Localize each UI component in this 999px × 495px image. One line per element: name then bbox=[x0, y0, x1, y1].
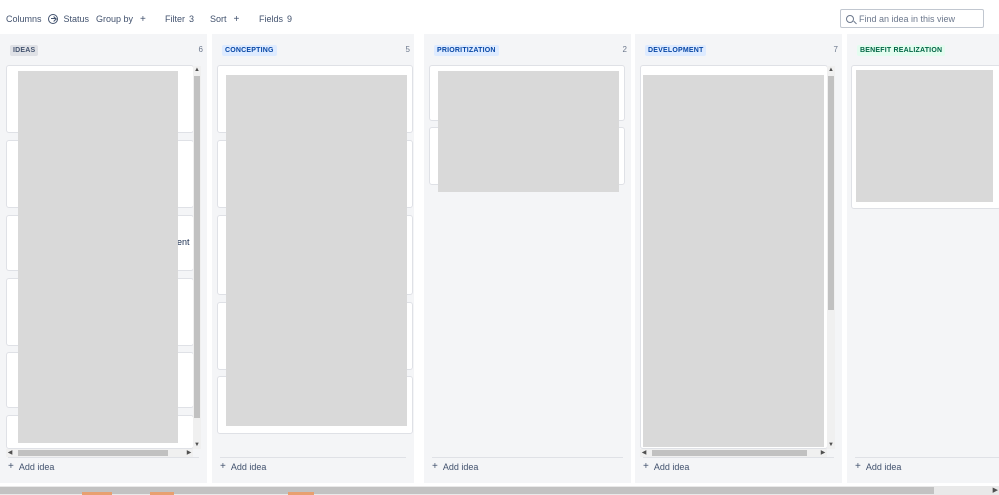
scroll-right-arrow-icon[interactable]: ▶ bbox=[993, 486, 998, 495]
board-toolbar: Columns Status Group by + Filter 3 Sort … bbox=[0, 0, 999, 34]
scroll-right-arrow-icon[interactable]: ▶ bbox=[819, 449, 827, 457]
scroll-down-arrow-icon[interactable]: ▼ bbox=[827, 441, 835, 449]
scroll-left-arrow-icon[interactable]: ◀ bbox=[640, 449, 648, 457]
columns-setting[interactable]: Columns Status bbox=[6, 13, 89, 25]
filter-button[interactable]: Filter 3 bbox=[165, 13, 194, 25]
add-idea-button[interactable]: + Add idea bbox=[432, 457, 623, 472]
column-benefit-realization: BENEFIT REALIZATION + Add idea bbox=[847, 34, 999, 483]
plus-icon: + bbox=[233, 13, 240, 25]
add-idea-label: Add idea bbox=[865, 461, 902, 472]
column-prioritization: PRIORITIZATION 2 + Add idea bbox=[424, 34, 631, 483]
column-header: IDEAS 6 bbox=[10, 44, 203, 56]
search-input[interactable] bbox=[859, 13, 977, 24]
column-status-pill: PRIORITIZATION bbox=[434, 45, 499, 56]
add-idea-label: Add idea bbox=[653, 461, 690, 472]
column-header: BENEFIT REALIZATION bbox=[857, 44, 999, 56]
redacted-area bbox=[643, 75, 824, 447]
column-scrollbar-horizontal[interactable]: ◀ ▶ bbox=[6, 449, 193, 457]
column-development: DEVELOPMENT 7 ▲ ▼ ◀ ▶ + Add idea bbox=[635, 34, 842, 483]
column-header: DEVELOPMENT 7 bbox=[645, 44, 838, 56]
redacted-area bbox=[856, 70, 993, 202]
column-status-pill: IDEAS bbox=[10, 45, 39, 56]
column-count: 7 bbox=[833, 45, 838, 54]
columns-value: Status bbox=[63, 14, 90, 24]
add-idea-button[interactable]: + Add idea bbox=[643, 457, 834, 472]
search-box[interactable] bbox=[840, 9, 984, 28]
scrollbar-thumb[interactable] bbox=[194, 76, 200, 418]
column-count: 6 bbox=[198, 45, 203, 54]
sort-label: Sort bbox=[210, 14, 227, 24]
scroll-up-arrow-icon[interactable]: ▲ bbox=[193, 66, 201, 74]
card-title-fragment: ent bbox=[177, 237, 190, 247]
plus-icon: + bbox=[8, 461, 14, 472]
column-ideas: IDEAS 6 ent ▲ ▼ ◀ ▶ + Add idea bbox=[0, 34, 207, 483]
column-status-pill: DEVELOPMENT bbox=[645, 45, 707, 56]
redacted-area bbox=[438, 71, 619, 192]
column-concepting: CONCEPTING 5 + Add idea bbox=[212, 34, 414, 483]
add-idea-button[interactable]: + Add idea bbox=[8, 457, 199, 472]
column-scrollbar-vertical[interactable]: ▲ ▼ bbox=[193, 66, 201, 449]
fields-label: Fields bbox=[259, 14, 284, 24]
scroll-up-arrow-icon[interactable]: ▲ bbox=[827, 66, 835, 74]
search-icon bbox=[846, 14, 854, 23]
scrollbar-thumb[interactable] bbox=[0, 487, 934, 494]
plus-icon: + bbox=[140, 13, 146, 25]
column-header: CONCEPTING 5 bbox=[222, 44, 410, 56]
add-idea-button[interactable]: + Add idea bbox=[855, 457, 999, 472]
scroll-right-arrow-icon[interactable]: ▶ bbox=[185, 449, 193, 457]
sort-button[interactable]: Sort + bbox=[210, 13, 239, 25]
column-status-pill: BENEFIT REALIZATION bbox=[857, 45, 946, 56]
scroll-left-arrow-icon[interactable]: ◀ bbox=[6, 449, 14, 457]
column-status-pill: CONCEPTING bbox=[222, 45, 277, 56]
column-count: 5 bbox=[405, 45, 410, 54]
add-idea-label: Add idea bbox=[18, 461, 55, 472]
column-header: PRIORITIZATION 2 bbox=[434, 44, 627, 56]
filter-label: Filter bbox=[165, 14, 185, 24]
scrollbar-thumb[interactable] bbox=[652, 450, 807, 456]
fields-button[interactable]: Fields 9 bbox=[259, 13, 292, 25]
column-scrollbar-vertical[interactable]: ▲ ▼ bbox=[827, 66, 835, 449]
add-idea-label: Add idea bbox=[442, 461, 479, 472]
fields-count: 9 bbox=[287, 14, 293, 24]
filter-count: 3 bbox=[189, 14, 195, 24]
group-by-button[interactable]: Group by + bbox=[96, 13, 146, 25]
scrollbar-thumb[interactable] bbox=[828, 76, 834, 310]
plus-icon: + bbox=[643, 461, 649, 472]
redacted-area bbox=[18, 71, 178, 443]
group-by-label: Group by bbox=[96, 14, 134, 24]
column-count: 2 bbox=[622, 45, 627, 54]
plus-icon: + bbox=[855, 461, 861, 472]
add-idea-label: Add idea bbox=[230, 461, 267, 472]
columns-label: Columns bbox=[6, 14, 42, 24]
plus-icon: + bbox=[432, 461, 438, 472]
scrollbar-thumb[interactable] bbox=[18, 450, 168, 456]
scroll-down-arrow-icon[interactable]: ▼ bbox=[193, 441, 201, 449]
plus-icon: + bbox=[220, 461, 226, 472]
circle-arrow-right-icon bbox=[47, 14, 58, 24]
column-scrollbar-horizontal[interactable]: ◀ ▶ bbox=[640, 449, 827, 457]
add-idea-button[interactable]: + Add idea bbox=[220, 457, 406, 472]
redacted-area bbox=[226, 75, 407, 426]
kanban-board: IDEAS 6 ent ▲ ▼ ◀ ▶ + Add idea CONCEPTIN… bbox=[0, 34, 999, 486]
